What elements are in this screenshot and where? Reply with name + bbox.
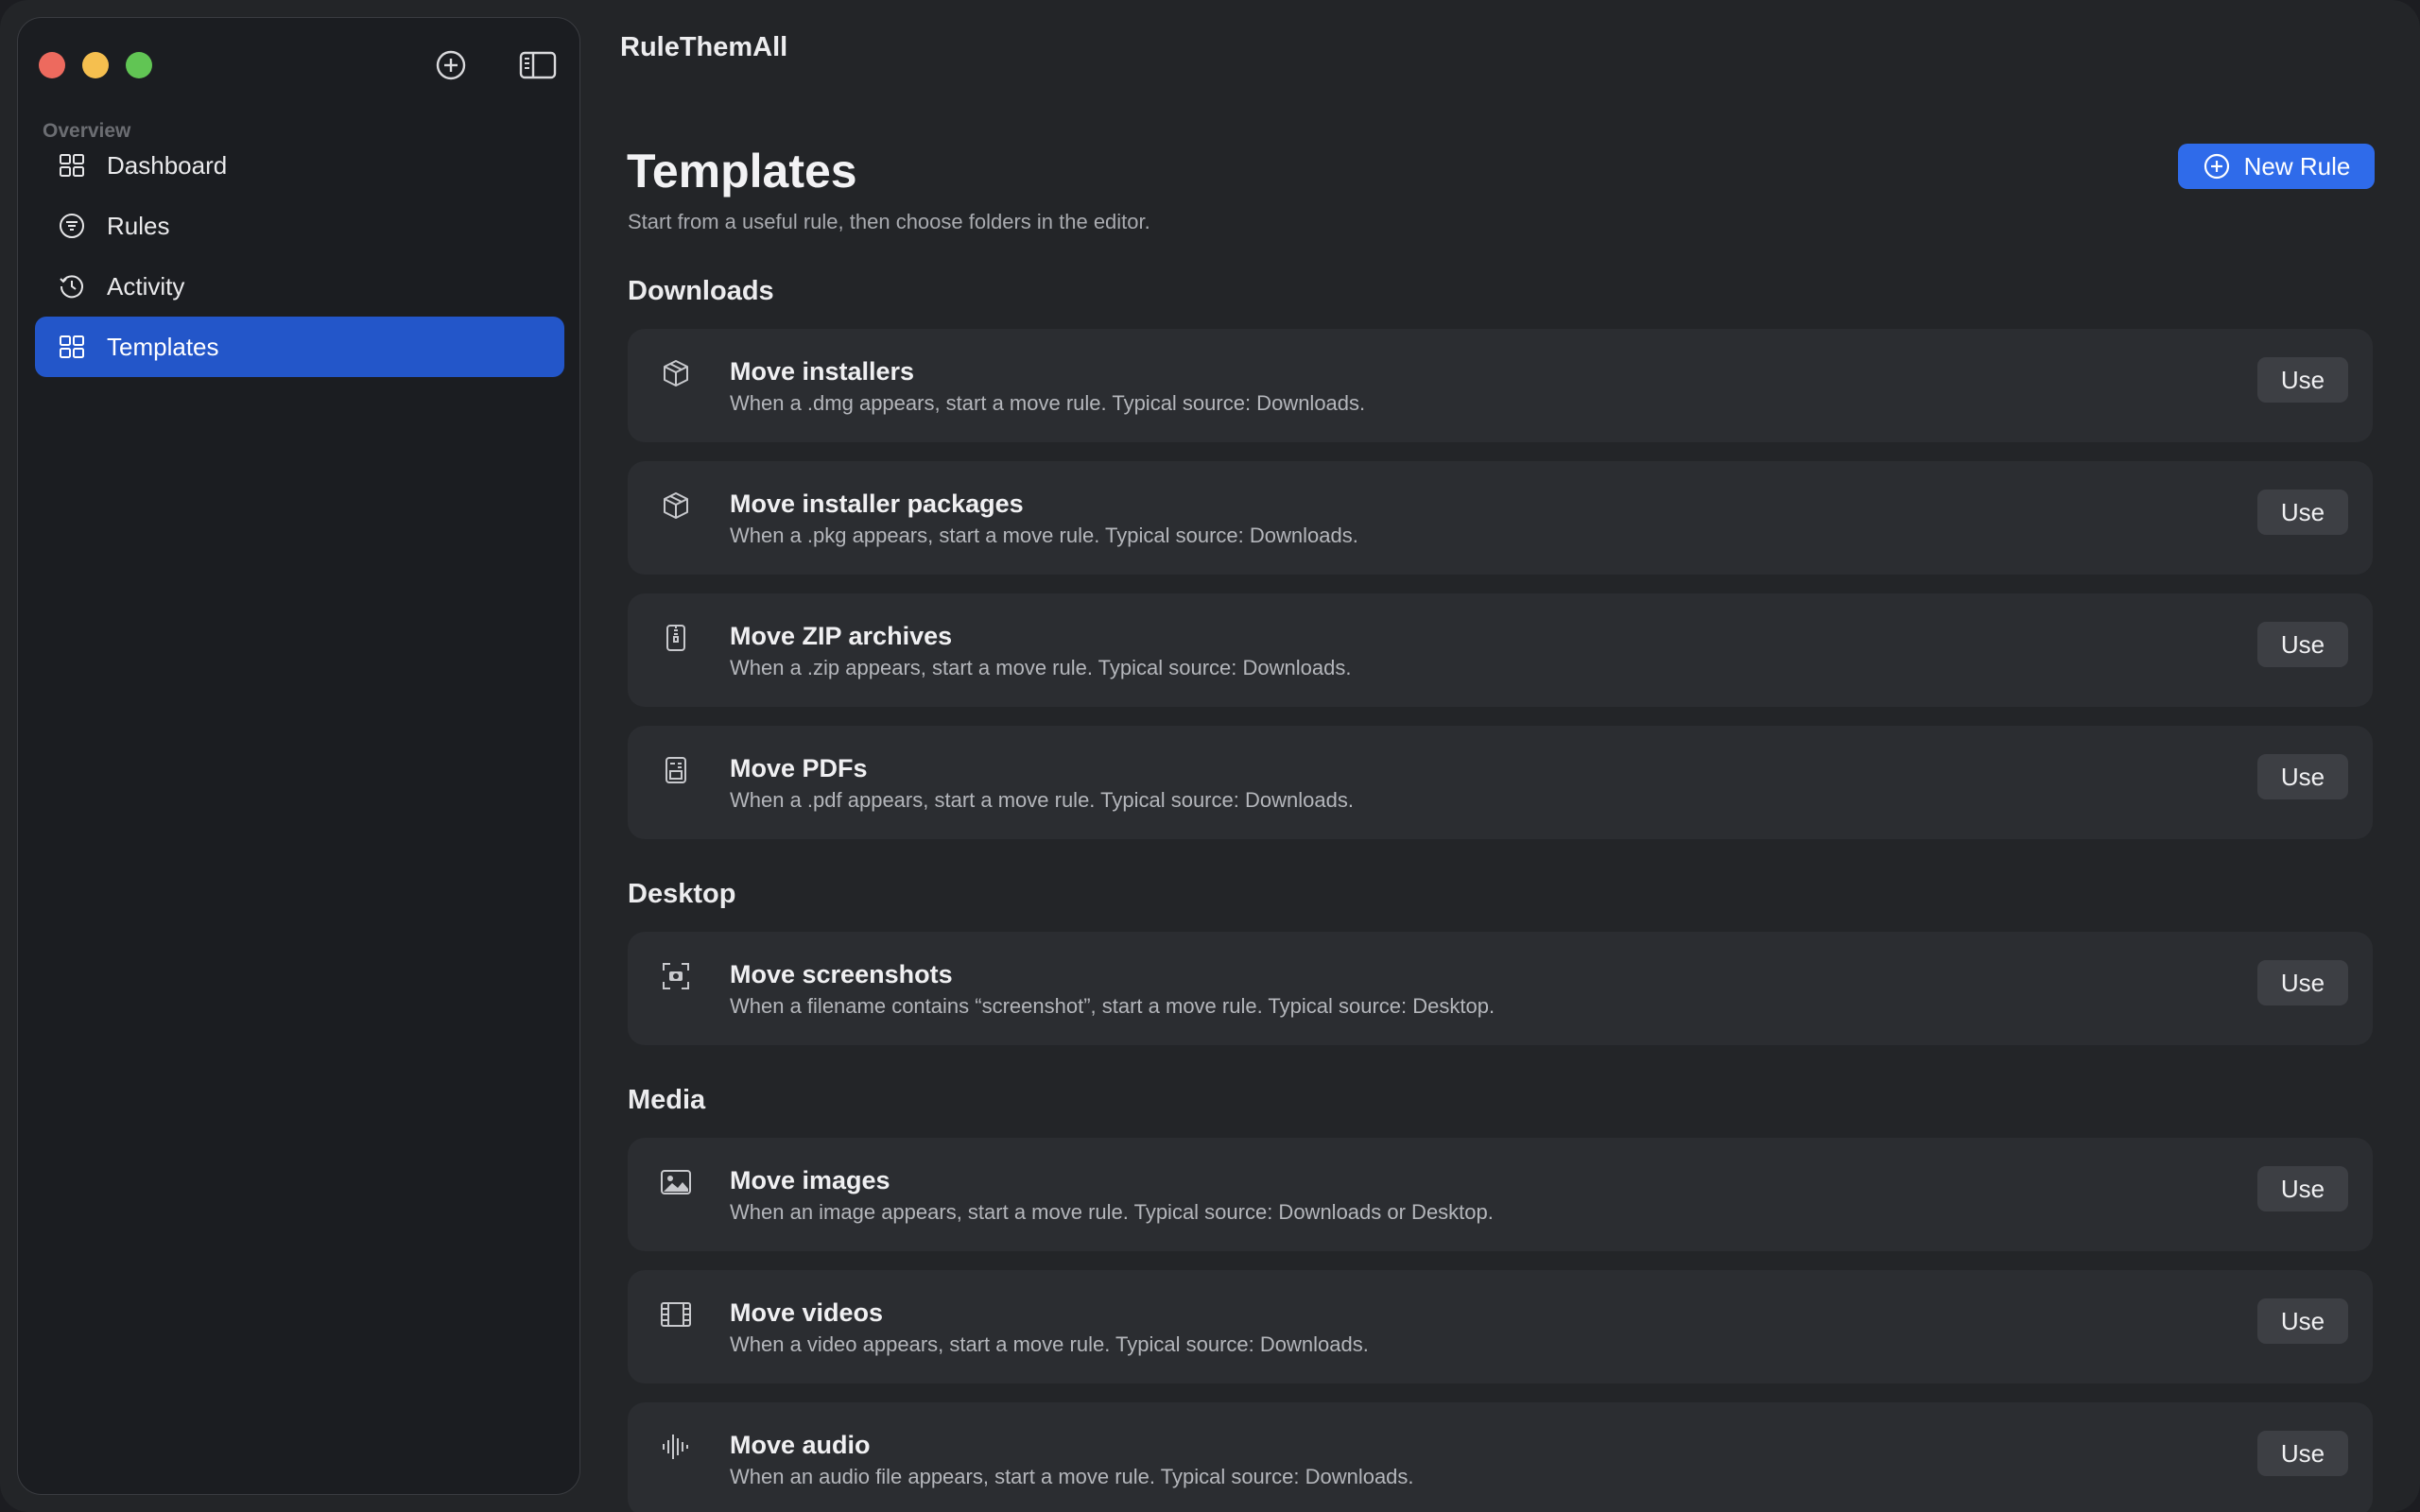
card-title: Move images xyxy=(730,1166,890,1194)
card-title: Move screenshots xyxy=(730,960,953,988)
use-button[interactable]: Use xyxy=(2257,754,2348,799)
template-card-audio: Move audio When an audio file appears, s… xyxy=(628,1402,2373,1512)
sidebar-item-activity[interactable]: Activity xyxy=(35,256,564,317)
card-title: Move installers xyxy=(730,357,915,386)
box-icon xyxy=(660,357,692,389)
sidebar-item-label: Templates xyxy=(107,332,219,361)
sidebar-item-label: Activity xyxy=(107,271,185,301)
use-button[interactable]: Use xyxy=(2257,1298,2348,1344)
sidebar: Overview Dashboard Rules Activity Templa… xyxy=(17,17,580,1495)
camera-viewfinder-icon xyxy=(660,960,692,992)
sidebar-item-label: Dashboard xyxy=(107,150,228,180)
card-title: Move videos xyxy=(730,1298,884,1327)
history-icon xyxy=(56,270,88,302)
zipper-icon xyxy=(660,622,692,654)
page-title: Templates xyxy=(627,145,857,198)
photo-icon xyxy=(660,1166,692,1198)
close-window-button[interactable] xyxy=(39,52,65,78)
template-card-installers: Move installers When a .dmg appears, sta… xyxy=(628,329,2373,442)
card-description: When a .dmg appears, start a move rule. … xyxy=(730,391,1366,415)
use-button[interactable]: Use xyxy=(2257,490,2348,535)
box-icon xyxy=(660,490,692,522)
use-button[interactable]: Use xyxy=(2257,357,2348,403)
page-subtitle: Start from a useful rule, then choose fo… xyxy=(628,210,1150,233)
template-card-screenshots: Move screenshots When a filename contain… xyxy=(628,932,2373,1045)
sidebar-item-rules[interactable]: Rules xyxy=(35,196,564,256)
plus-circle-icon xyxy=(2204,153,2229,180)
card-description: When an audio file appears, start a move… xyxy=(730,1465,1414,1488)
use-button[interactable]: Use xyxy=(2257,622,2348,667)
card-description: When an image appears, start a move rule… xyxy=(730,1200,1494,1224)
group-title-media: Media xyxy=(628,1085,706,1115)
grid-icon xyxy=(56,149,88,181)
minimize-window-button[interactable] xyxy=(82,52,109,78)
sidebar-icon xyxy=(519,51,557,79)
toggle-sidebar-button[interactable] xyxy=(519,46,557,84)
sidebar-item-label: Rules xyxy=(107,211,170,240)
use-button[interactable]: Use xyxy=(2257,1166,2348,1211)
card-title: Move PDFs xyxy=(730,754,868,782)
use-button[interactable]: Use xyxy=(2257,1431,2348,1476)
app-title: RuleThemAll xyxy=(620,32,788,62)
card-title: Move audio xyxy=(730,1431,871,1459)
card-description: When a filename contains “screenshot”, s… xyxy=(730,994,1495,1018)
waveform-icon xyxy=(660,1431,692,1463)
add-button[interactable] xyxy=(432,46,470,84)
card-title: Move installer packages xyxy=(730,490,1024,518)
group-title-downloads: Downloads xyxy=(628,276,774,306)
group-title-desktop: Desktop xyxy=(628,879,736,909)
card-description: When a .zip appears, start a move rule. … xyxy=(730,656,1352,679)
card-description: When a video appears, start a move rule.… xyxy=(730,1332,1369,1356)
filter-icon xyxy=(56,210,88,242)
zoom-window-button[interactable] xyxy=(126,52,152,78)
card-description: When a .pdf appears, start a move rule. … xyxy=(730,788,1354,812)
new-rule-label: New Rule xyxy=(2243,151,2351,180)
template-card-videos: Move videos When a video appears, start … xyxy=(628,1270,2373,1383)
new-rule-button[interactable]: New Rule xyxy=(2178,144,2375,189)
grid-icon xyxy=(56,331,88,363)
template-card-pdfs: Move PDFs When a .pdf appears, start a m… xyxy=(628,726,2373,839)
sidebar-item-templates[interactable]: Templates xyxy=(35,317,564,377)
template-card-images: Move images When an image appears, start… xyxy=(628,1138,2373,1251)
template-card-installer-packages: Move installer packages When a .pkg appe… xyxy=(628,461,2373,575)
card-description: When a .pkg appears, start a move rule. … xyxy=(730,524,1358,547)
plus-circle-icon xyxy=(436,50,466,80)
card-title: Move ZIP archives xyxy=(730,622,953,650)
use-button[interactable]: Use xyxy=(2257,960,2348,1005)
sidebar-item-dashboard[interactable]: Dashboard xyxy=(35,135,564,196)
template-card-zip-archives: Move ZIP archives When a .zip appears, s… xyxy=(628,593,2373,707)
document-icon xyxy=(660,754,692,786)
app-window: Overview Dashboard Rules Activity Templa… xyxy=(0,0,2420,1512)
film-icon xyxy=(660,1298,692,1331)
